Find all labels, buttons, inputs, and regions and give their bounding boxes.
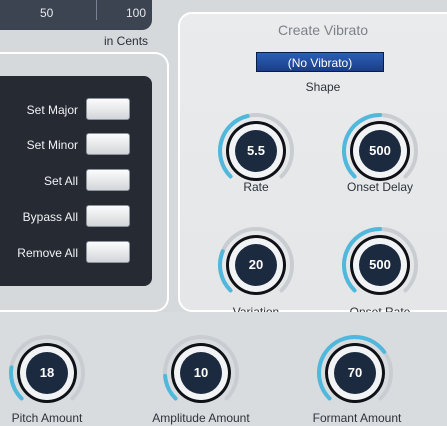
rate-label: Rate [243,180,269,194]
pitch-amount-knob[interactable]: 18 [6,332,88,414]
pitch-ruler: 50 100 [0,0,152,30]
remove-all-label: Remove All [17,246,78,260]
onset-rate-value: 500 [369,257,391,272]
bypass-all-label: Bypass All [22,210,78,224]
ruler-tick-label: 100 [126,6,147,20]
set-all-button[interactable] [86,169,130,191]
create-vibrato-panel: Create Vibrato (No Vibrato) Shape 5.5 Ra… [178,12,447,319]
shape-dropdown[interactable]: (No Vibrato) [256,52,384,72]
variation-value: 20 [248,257,264,272]
set-major-button[interactable] [86,98,130,120]
set-minor-button[interactable] [86,133,130,155]
set-all-label: Set All [43,174,78,188]
variation-knob[interactable]: 20 [215,224,297,306]
scale-buttons-panel: Set Major Set Minor Set All Bypass All R… [0,76,152,286]
pitch-amount-label: Pitch Amount [11,411,83,425]
amplitude-amount-value: 10 [193,365,209,380]
amount-strip: 18 Pitch Amount 10 Amplitude Amount 70 F… [0,312,447,426]
onset-rate-knob[interactable]: 500 [339,224,421,306]
ruler-tick-label: 50 [40,6,54,20]
ruler-tick [96,0,97,20]
formant-amount-value: 70 [347,365,363,380]
onset-delay-label: Onset Delay [346,180,414,194]
formant-amount-label: Formant Amount [312,411,402,425]
bypass-all-button[interactable] [86,205,130,227]
amplitude-amount-label: Amplitude Amount [152,411,250,425]
formant-amount-knob[interactable]: 70 [314,332,396,414]
vibrato-title: Create Vibrato [277,22,368,38]
set-major-label: Set Major [26,103,78,117]
remove-all-button[interactable] [86,241,130,263]
amplitude-amount-knob[interactable]: 10 [160,332,242,414]
pitch-amount-value: 18 [39,365,55,380]
shape-label: Shape [305,80,341,94]
ruler-unit-label: in Cents [104,34,149,48]
set-minor-label: Set Minor [26,138,78,152]
